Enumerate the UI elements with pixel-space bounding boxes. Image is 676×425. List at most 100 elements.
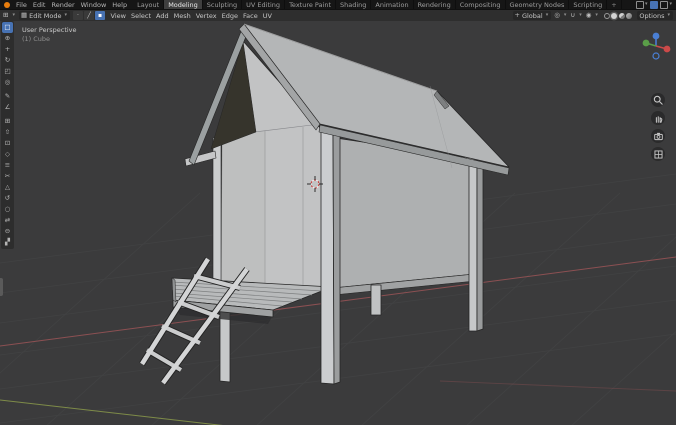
blender-logo-icon[interactable] <box>4 2 10 8</box>
proportional-editing-icon[interactable]: ◉ <box>586 12 592 19</box>
view-layer-icon[interactable] <box>650 1 658 9</box>
dropdown-caret-icon: ▾ <box>595 13 598 18</box>
navigation-gizmo[interactable] <box>641 31 671 61</box>
dropdown-caret-icon: ▾ <box>65 13 68 18</box>
pan-button[interactable] <box>651 111 665 125</box>
annotate-icon: ✎ <box>5 93 10 100</box>
knife-tool-button[interactable]: ✂ <box>2 171 13 182</box>
options-dropdown[interactable]: Options ▾ <box>637 11 673 20</box>
poly-build-icon: △ <box>5 184 10 191</box>
snap-magnet-icon[interactable]: ∪ <box>570 12 575 19</box>
wireframe-shading-icon[interactable] <box>604 13 610 19</box>
spin-tool-button[interactable]: ↺ <box>2 193 13 204</box>
negative-z-axis-handle <box>653 53 659 59</box>
scale-tool-button[interactable]: ◰ <box>2 66 13 77</box>
options-label: Options <box>639 12 664 20</box>
tab-compositing[interactable]: Compositing <box>456 0 506 9</box>
solid-shading-icon[interactable] <box>611 13 617 19</box>
shrink-fatten-tool-button[interactable]: ⊖ <box>2 226 13 237</box>
annotate-tool-button[interactable]: ✎ <box>2 91 13 102</box>
tab-layout[interactable]: Layout <box>133 0 164 9</box>
tab-modeling[interactable]: Modeling <box>164 0 203 9</box>
3d-viewport[interactable]: User Perspective (1) Cube <box>0 20 676 425</box>
box-select-tool-button[interactable]: □ <box>2 22 13 33</box>
shed-model[interactable] <box>142 24 509 384</box>
move-tool-button[interactable]: + <box>2 44 13 55</box>
move-icon: + <box>5 46 10 53</box>
orientation-icon: + <box>515 12 520 19</box>
measure-tool-button[interactable]: ∠ <box>2 102 13 113</box>
rear-right-post-side <box>477 161 483 331</box>
box-select-icon: □ <box>4 24 10 31</box>
menu-edit[interactable]: Edit <box>30 1 49 9</box>
loop-cut-icon: ≡ <box>5 162 10 169</box>
smooth-icon: ○ <box>5 206 11 213</box>
menu-help[interactable]: Help <box>109 1 130 9</box>
camera-icon <box>653 131 664 142</box>
front-right-post-side <box>333 132 340 384</box>
mode-selector-label: Edit Mode <box>29 12 61 20</box>
menu-vertex[interactable]: Vertex <box>193 12 219 20</box>
spin-icon: ↺ <box>5 195 10 202</box>
add-cube-tool-button[interactable]: ⊞ <box>2 116 13 127</box>
edge-select-button[interactable]: ╱ <box>84 11 94 20</box>
menu-mesh[interactable]: Mesh <box>171 12 193 20</box>
rotate-tool-button[interactable]: ↻ <box>2 55 13 66</box>
menu-edge[interactable]: Edge <box>219 12 240 20</box>
hand-icon <box>653 113 664 124</box>
add-cube-icon: ⊞ <box>5 118 10 125</box>
loop-cut-tool-button[interactable]: ≡ <box>2 160 13 171</box>
pivot-point-icon[interactable]: ◎ <box>554 12 560 19</box>
x-axis-grid-line <box>440 381 676 391</box>
cursor-icon: ⊕ <box>5 35 10 42</box>
extrude-region-icon: ⇧ <box>5 129 10 136</box>
magnifier-icon <box>653 95 664 106</box>
viewport-overlay-text: User Perspective (1) Cube <box>22 26 77 44</box>
menu-select[interactable]: Select <box>128 12 153 20</box>
dropdown-caret-icon: ▾ <box>564 13 567 18</box>
mode-selector[interactable]: ▦ Edit Mode ▾ <box>19 11 70 20</box>
bevel-tool-button[interactable]: ◇ <box>2 149 13 160</box>
tab-animation[interactable]: Animation <box>371 0 413 9</box>
add-workspace-button[interactable]: + <box>607 0 621 9</box>
menu-render[interactable]: Render <box>48 1 77 9</box>
menu-window[interactable]: Window <box>78 1 110 9</box>
inset-faces-tool-button[interactable]: ⊡ <box>2 138 13 149</box>
z-axis-handle <box>653 33 660 40</box>
editor-type-icon[interactable]: ⊞ <box>3 12 8 19</box>
tab-sculpting[interactable]: Sculpting <box>203 0 242 9</box>
measure-icon: ∠ <box>5 104 11 111</box>
tab-scripting[interactable]: Scripting <box>569 0 607 9</box>
cursor-tool-button[interactable]: ⊕ <box>2 33 13 44</box>
zoom-button[interactable] <box>651 93 665 107</box>
workspace-tabs: Layout Modeling Sculpting UV Editing Tex… <box>133 0 622 9</box>
menu-face[interactable]: Face <box>241 12 261 20</box>
menu-add[interactable]: Add <box>154 12 172 20</box>
toggle-orthographic-button[interactable] <box>651 147 665 161</box>
tab-shading[interactable]: Shading <box>336 0 371 9</box>
tab-uv-editing[interactable]: UV Editing <box>242 0 285 9</box>
vertex-select-button[interactable]: · <box>73 11 83 20</box>
scene-icon[interactable] <box>636 1 644 9</box>
menu-view[interactable]: View <box>108 12 128 20</box>
tab-rendering[interactable]: Rendering <box>414 0 456 9</box>
transform-tool-button[interactable]: ◎ <box>2 77 13 88</box>
blender-window: File Edit Render Window Help Layout Mode… <box>0 0 676 425</box>
render-layer-icon[interactable] <box>660 1 668 9</box>
material-shading-icon[interactable] <box>619 13 625 19</box>
poly-build-tool-button[interactable]: △ <box>2 182 13 193</box>
menu-file[interactable]: File <box>13 1 30 9</box>
transform-orientation-dropdown[interactable]: + Global ▾ <box>513 11 552 20</box>
rendered-shading-icon[interactable] <box>626 13 632 19</box>
tab-texture-paint[interactable]: Texture Paint <box>285 0 336 9</box>
tab-geometry-nodes[interactable]: Geometry Nodes <box>506 0 570 9</box>
camera-view-button[interactable] <box>651 129 665 143</box>
smooth-tool-button[interactable]: ○ <box>2 204 13 215</box>
extrude-region-tool-button[interactable]: ⇧ <box>2 127 13 138</box>
face-select-button[interactable]: ▪ <box>95 11 105 20</box>
rip-region-tool-button[interactable]: ▞ <box>2 237 13 248</box>
menu-uv[interactable]: UV <box>260 12 274 20</box>
3d-scene[interactable] <box>0 20 676 425</box>
toolbar-expand-handle[interactable] <box>0 278 3 296</box>
edge-slide-tool-button[interactable]: ⇄ <box>2 215 13 226</box>
